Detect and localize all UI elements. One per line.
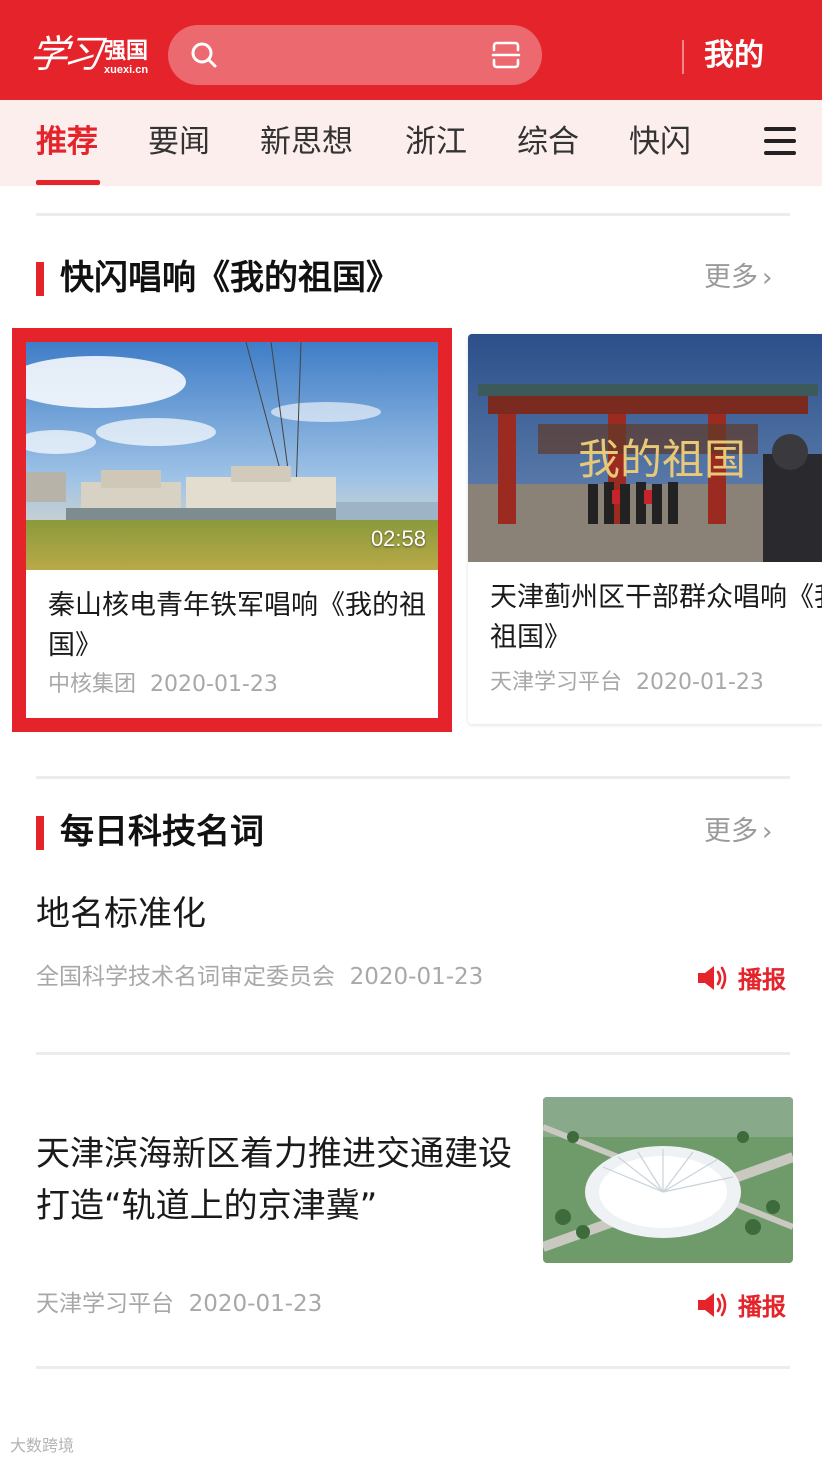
card-source: 天津学习平台 xyxy=(490,670,623,695)
logo-domain: xuexi.cn xyxy=(104,64,149,76)
app-header: 学习 强国 xuexi.cn 我的 xyxy=(0,0,822,100)
watermark: 大数跨境 xyxy=(10,1436,75,1455)
tab-zhejiang[interactable]: 浙江 xyxy=(405,120,467,164)
card-meta: 天津学习平台 2020-01-23 xyxy=(490,668,764,698)
logo-script: 学习 xyxy=(26,32,102,76)
menu-icon[interactable] xyxy=(764,127,796,157)
logo-text: 强国 xyxy=(104,39,149,64)
article-title[interactable]: 天津滨海新区着力推进交通建设 打造“轨道上的京津冀” xyxy=(36,1128,516,1232)
broadcast-button[interactable]: 播报 xyxy=(696,960,786,995)
more-link-tech[interactable]: 更多 › xyxy=(704,812,772,852)
section-title-tech: 每日科技名词 xyxy=(60,812,264,852)
more-link-video[interactable]: 更多 › xyxy=(704,258,772,298)
tech-word-meta: 全国科学技术名词审定委员会 2020-01-23 xyxy=(36,960,483,994)
broadcast-label: 播报 xyxy=(738,966,786,994)
tab-general[interactable]: 综合 xyxy=(517,120,579,164)
video-thumbnail: 02:58 xyxy=(26,342,438,570)
search-input[interactable] xyxy=(238,39,468,71)
mine-button[interactable]: 我的 xyxy=(704,36,764,76)
more-label: 更多 xyxy=(704,816,758,847)
gate-overlay-text: 我的祖国 xyxy=(578,435,746,484)
video-card[interactable]: 我的祖国 天津蓟州区干部群众唱响《我的祖国》 天津学习平台 2020-01-23 xyxy=(468,334,822,724)
article-meta: 天津学习平台 2020-01-23 xyxy=(36,1287,322,1321)
search-icon xyxy=(191,42,217,68)
chevron-right-icon: › xyxy=(762,817,773,847)
tab-new-thought[interactable]: 新思想 xyxy=(260,120,353,164)
tab-recommend[interactable]: 推荐 xyxy=(36,120,98,164)
divider xyxy=(36,1366,790,1369)
card-source: 中核集团 xyxy=(48,672,137,697)
card-meta: 中核集团 2020-01-23 xyxy=(48,670,278,700)
speaker-icon xyxy=(698,965,727,990)
tab-flashmob[interactable]: 快闪 xyxy=(629,120,691,164)
card-date: 2020-01-23 xyxy=(636,670,764,695)
article-date: 2020-01-23 xyxy=(188,1291,323,1317)
video-card[interactable]: 02:58 秦山核电青年铁军唱响《我的祖国》 中核集团 2020-01-23 xyxy=(26,342,438,718)
active-tab-indicator xyxy=(36,180,100,185)
video-thumbnail: 我的祖国 xyxy=(468,334,822,562)
scan-icon[interactable] xyxy=(490,40,522,70)
divider xyxy=(36,1052,790,1055)
section-accent-bar xyxy=(36,816,44,850)
app-logo[interactable]: 学习 强国 xuexi.cn xyxy=(26,26,149,76)
card-date: 2020-01-23 xyxy=(150,672,278,697)
card-title: 天津蓟州区干部群众唱响《我的祖国》 xyxy=(490,582,822,653)
more-label: 更多 xyxy=(704,262,758,293)
video-duration: 02:58 xyxy=(370,526,426,551)
section-title-video: 快闪唱响《我的祖国》 xyxy=(60,258,400,298)
section-accent-bar xyxy=(36,262,44,296)
tech-word-title[interactable]: 地名标准化 xyxy=(36,890,206,938)
tech-word-source: 全国科学技术名词审定委员会 xyxy=(36,964,335,990)
header-divider xyxy=(682,40,684,74)
tech-word-date: 2020-01-23 xyxy=(349,964,484,990)
channel-tabs: 推荐 要闻 新思想 浙江 综合 快闪 xyxy=(0,100,822,186)
tab-headlines[interactable]: 要闻 xyxy=(148,120,210,164)
article-thumbnail[interactable] xyxy=(543,1097,793,1263)
broadcast-label: 播报 xyxy=(738,1293,786,1321)
divider xyxy=(36,213,790,216)
divider xyxy=(36,776,790,779)
chevron-right-icon: › xyxy=(762,263,773,293)
broadcast-button[interactable]: 播报 xyxy=(696,1287,786,1322)
speaker-icon xyxy=(698,1292,727,1317)
article-source: 天津学习平台 xyxy=(36,1291,174,1317)
card-title: 秦山核电青年铁军唱响《我的祖国》 xyxy=(48,590,426,661)
search-box[interactable] xyxy=(168,25,542,85)
